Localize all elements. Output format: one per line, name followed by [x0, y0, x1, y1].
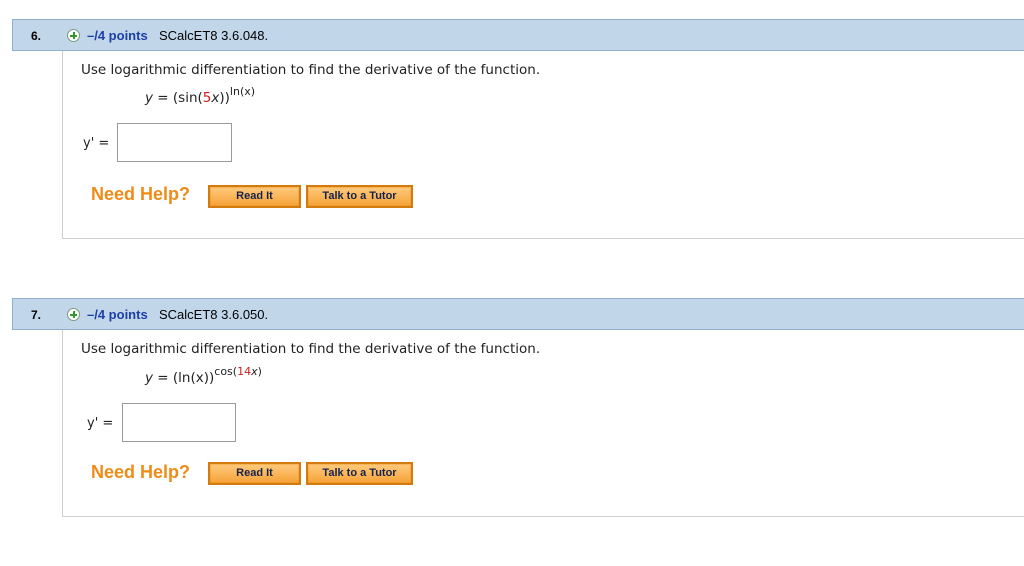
- question-number: 7.: [31, 308, 42, 322]
- talk-to-tutor-button[interactable]: Talk to a Tutor: [306, 185, 413, 208]
- exponent-part: cos(: [214, 364, 238, 378]
- talk-to-tutor-label: Talk to a Tutor: [309, 465, 410, 482]
- function-equation: y = (ln(x))cos(14x): [145, 366, 262, 387]
- read-it-label: Read It: [211, 188, 298, 205]
- question-header: 7. –/4 points SCalcET8 3.6.050.: [12, 298, 1024, 330]
- function-equation: y = (sin(5x))ln(x): [145, 86, 255, 107]
- read-it-button[interactable]: Read It: [208, 462, 301, 485]
- answer-label: y' =: [87, 416, 114, 431]
- question-prompt: Use logarithmic differentiation to find …: [81, 62, 541, 78]
- question-prompt: Use logarithmic differentiation to find …: [81, 341, 541, 357]
- talk-to-tutor-label: Talk to a Tutor: [309, 188, 410, 205]
- answer-input[interactable]: [122, 403, 236, 442]
- read-it-label: Read It: [211, 465, 298, 482]
- points-label: –/4 points: [87, 28, 148, 43]
- equation-part: = (sin(: [153, 90, 203, 106]
- talk-to-tutor-button[interactable]: Talk to a Tutor: [306, 462, 413, 485]
- equation-exponent: ln(x): [229, 84, 256, 98]
- equation-part: = (ln(x)): [153, 370, 215, 386]
- question-body: Use logarithmic differentiation to find …: [62, 330, 1024, 517]
- answer-label: y' =: [83, 136, 110, 151]
- question-number: 6.: [31, 29, 42, 43]
- need-help-label: Need Help?: [91, 462, 191, 482]
- equation-lhs: y: [145, 90, 153, 106]
- exponent-coefficient: 14: [237, 364, 252, 378]
- question-7: 7. –/4 points SCalcET8 3.6.050. Use loga…: [12, 298, 1024, 517]
- question-6: 6. –/4 points SCalcET8 3.6.048. Use loga…: [12, 19, 1024, 239]
- need-help-label: Need Help?: [91, 184, 191, 204]
- question-header: 6. –/4 points SCalcET8 3.6.048.: [12, 19, 1024, 51]
- points-label: –/4 points: [87, 307, 148, 322]
- equation-lhs: y: [145, 370, 153, 386]
- equation-exponent: cos(14x): [214, 365, 262, 378]
- answer-input[interactable]: [117, 123, 232, 162]
- expand-plus-icon[interactable]: [67, 29, 80, 42]
- read-it-button[interactable]: Read It: [208, 185, 301, 208]
- question-code: SCalcET8 3.6.050.: [159, 307, 269, 322]
- exponent-part: ): [257, 364, 262, 378]
- expand-plus-icon[interactable]: [67, 308, 80, 321]
- question-body: Use logarithmic differentiation to find …: [62, 51, 1024, 239]
- question-code: SCalcET8 3.6.048.: [159, 28, 269, 43]
- equation-part: )): [219, 90, 230, 106]
